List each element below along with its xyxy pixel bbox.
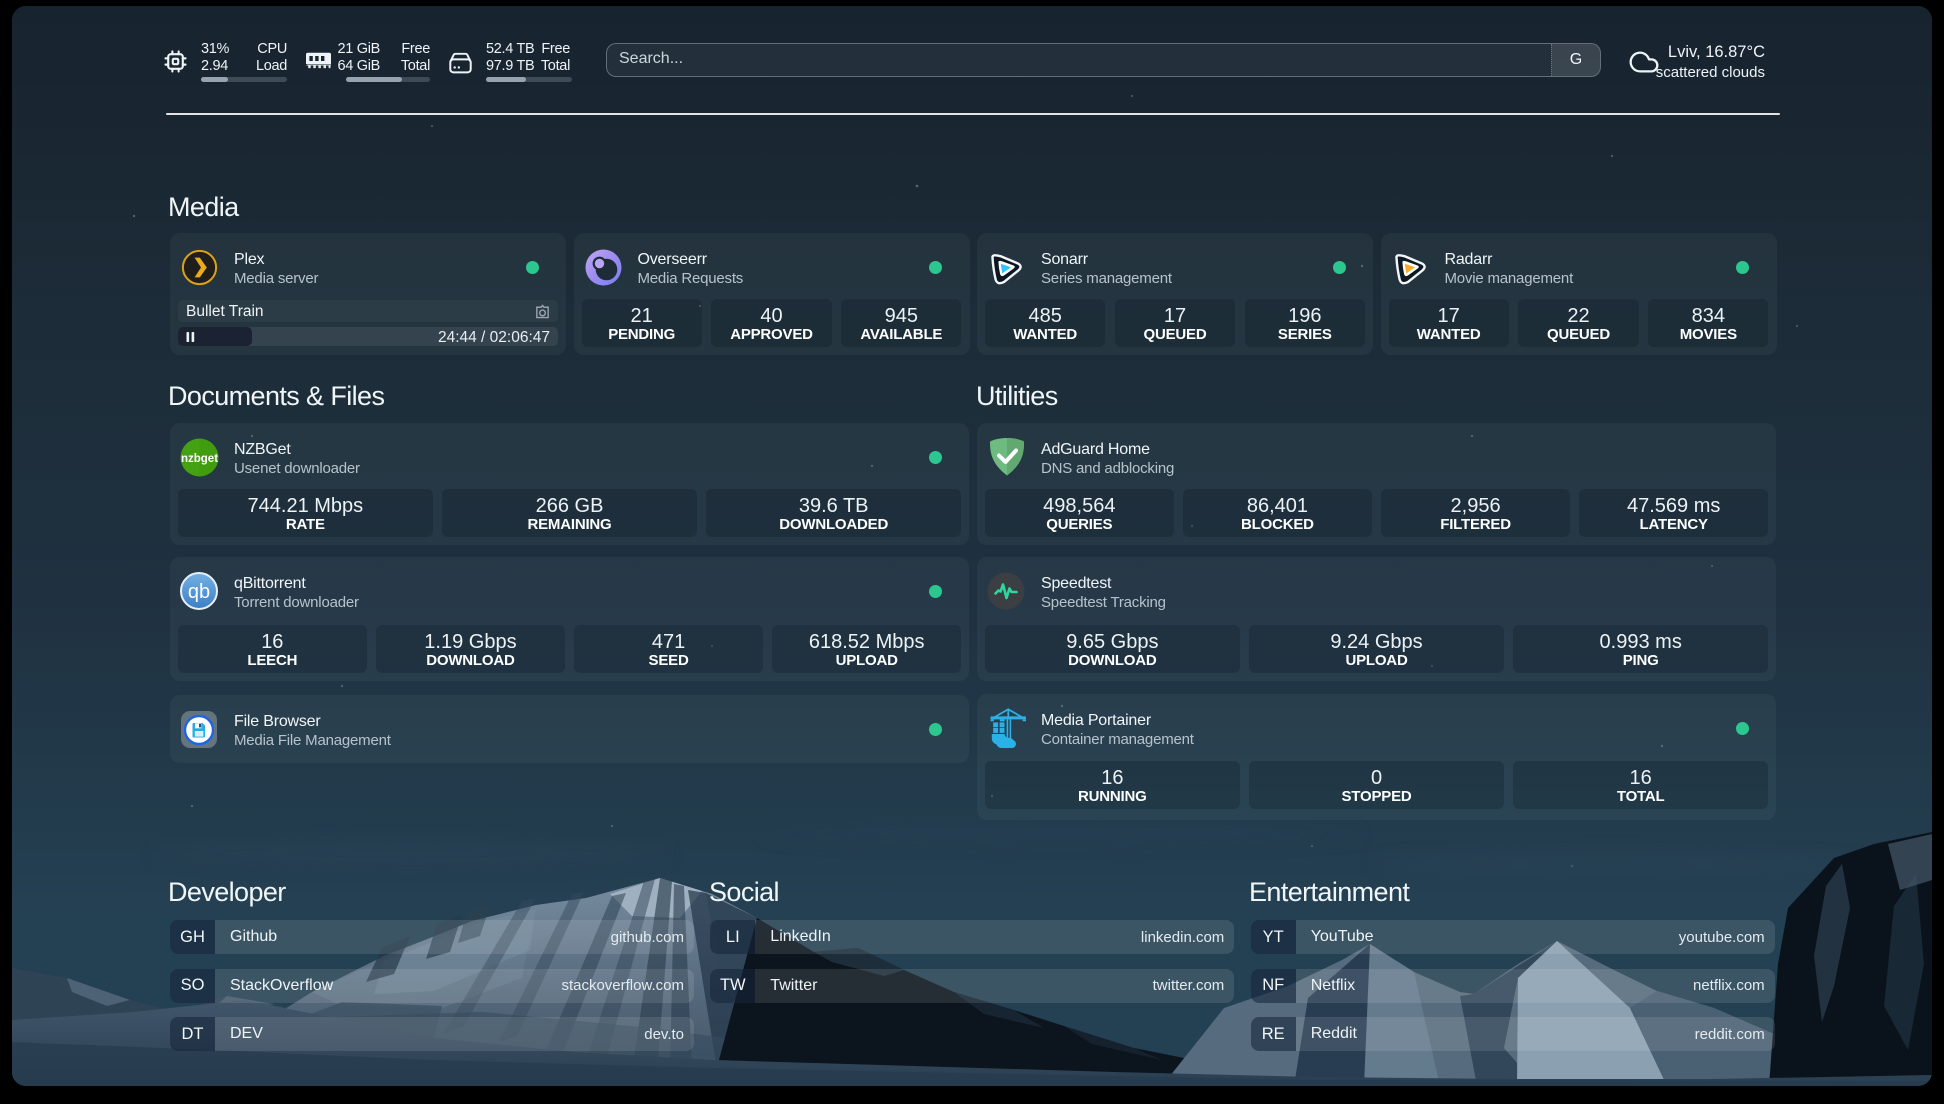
svg-text:qb: qb (188, 581, 210, 603)
svg-text:nzbget: nzbget (181, 453, 218, 465)
